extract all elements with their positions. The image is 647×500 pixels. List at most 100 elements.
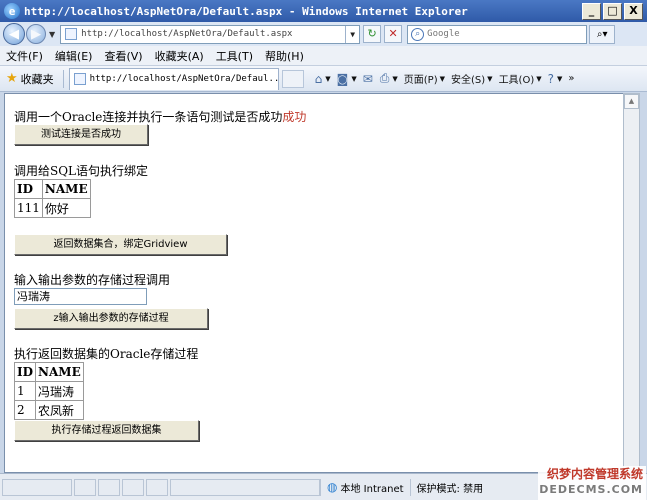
table-row: 1 冯瑞涛	[13, 381, 84, 401]
chevron-right-icon: »	[568, 73, 575, 84]
page-icon	[65, 28, 78, 40]
refresh-button[interactable]: ↻	[363, 25, 382, 43]
menu-tools[interactable]: 工具(T)	[210, 48, 259, 64]
menu-bar: 文件(F) 编辑(E) 查看(V) 收藏夹(A) 工具(T) 帮助(H)	[0, 46, 647, 66]
safety-menu-button[interactable]: 安全(S) ▼	[448, 71, 496, 87]
search-go-button[interactable]: ⌕▾	[589, 24, 616, 44]
grid-cell-id: 111	[14, 198, 43, 218]
page-icon	[73, 73, 86, 85]
new-tab-button[interactable]	[281, 69, 304, 88]
address-dropdown-icon[interactable]: ▼	[345, 25, 359, 43]
status-cell	[2, 478, 72, 496]
menu-favorites[interactable]: 收藏夹(A)	[149, 48, 210, 64]
safety-menu-label: 安全(S)	[451, 75, 486, 86]
grid-header-row: ID NAME	[14, 179, 91, 199]
connection-result-text: 成功	[282, 110, 307, 124]
minimize-button[interactable]: _	[582, 2, 601, 20]
grid-cell-id: 2	[13, 400, 37, 420]
vertical-scrollbar[interactable]: ▲	[623, 93, 640, 473]
sql-binding-heading: 调用给SQL语句执行绑定	[14, 164, 149, 178]
window-frame	[640, 93, 647, 473]
close-button[interactable]: X	[624, 2, 643, 20]
grid-header-name: NAME	[41, 179, 91, 199]
tab-title: http://localhost/AspNetOra/Defaul...	[89, 74, 278, 84]
printer-icon: ⎙	[379, 71, 390, 85]
status-cell	[98, 478, 120, 496]
forward-arrow-icon: ▶	[31, 26, 41, 42]
grid-header-row: ID NAME	[13, 362, 84, 382]
status-cell	[170, 478, 320, 496]
table-row: 111 你好	[14, 198, 91, 218]
more-tools-button[interactable]: »	[565, 73, 577, 84]
watermark-line2: DEDECMS.COM	[539, 483, 643, 496]
grid-header-name: NAME	[35, 362, 84, 382]
search-icon: ⌕	[411, 27, 425, 41]
mail-icon: ✉	[362, 71, 373, 86]
back-arrow-icon: ◀	[9, 26, 19, 42]
favorites-label: 收藏夹	[20, 72, 54, 86]
name-input[interactable]: 冯瑞涛	[14, 288, 147, 305]
test-connection-button[interactable]: 测试连接是否成功	[14, 124, 148, 145]
zone-label: 本地 Intranet	[340, 483, 404, 495]
connection-test-text: 调用一个Oracle连接并执行一条语句测试是否成功	[14, 110, 283, 124]
menu-help[interactable]: 帮助(H)	[259, 48, 310, 64]
protected-mode: 保护模式: 禁用	[409, 478, 490, 496]
window-title: http://localhost/AspNetOra/Default.aspx …	[24, 4, 468, 18]
grid-cell-id: 1	[13, 381, 37, 401]
search-field[interactable]: ⌕ Google	[407, 24, 588, 44]
ie-logo-icon: e	[4, 3, 20, 19]
stored-proc-dataset-heading: 执行返回数据集的Oracle存储过程	[14, 347, 199, 361]
grid-cell-name: 你好	[41, 198, 91, 218]
section-connection-test: 调用一个Oracle连接并执行一条语句测试是否成功成功	[14, 108, 306, 125]
feeds-button[interactable]: ◙ ▼	[334, 72, 360, 86]
print-button[interactable]: ⎙ ▼	[377, 71, 401, 86]
forward-button[interactable]: ▶	[26, 24, 46, 44]
tab-default-aspx[interactable]: http://localhost/AspNetOra/Defaul...	[68, 67, 279, 90]
home-icon: ⌂	[314, 71, 323, 86]
grid-cell-name: 冯瑞涛	[35, 381, 84, 401]
help-icon: ?	[547, 71, 555, 86]
page-content: 调用一个Oracle连接并执行一条语句测试是否成功成功 测试连接是否成功 调用给…	[4, 93, 623, 473]
favorites-button[interactable]: ★ 收藏夹	[0, 71, 60, 87]
stored-proc-params-heading: 输入输出参数的存储过程调用	[14, 273, 171, 287]
menu-file[interactable]: 文件(F)	[0, 48, 49, 64]
security-zone[interactable]: ◍ 本地 Intranet	[320, 478, 410, 496]
proc-result-grid: ID NAME 1 冯瑞涛 2 农凤新	[13, 362, 84, 420]
address-url[interactable]: http://localhost/AspNetOra/Default.aspx	[81, 29, 345, 39]
watermark-line1: 织梦内容管理系统	[546, 467, 643, 481]
table-row: 2 农凤新	[13, 400, 84, 420]
maximize-button[interactable]: □	[603, 2, 622, 20]
protected-mode-label: 保护模式: 禁用	[416, 483, 484, 495]
globe-icon: ◍	[327, 480, 338, 494]
status-cell	[146, 478, 168, 496]
help-menu-button[interactable]: ? ▼	[545, 72, 566, 86]
stop-button[interactable]: ✕	[384, 25, 403, 43]
tools-menu-button[interactable]: 工具(O) ▼	[496, 71, 545, 87]
home-button[interactable]: ⌂ ▼	[312, 72, 334, 86]
page-menu-button[interactable]: 页面(P) ▼	[401, 71, 448, 87]
address-toolbar: ◀ ▶ ▼ http://localhost/AspNetOra/Default…	[0, 22, 647, 46]
title-bar: e http://localhost/AspNetOra/Default.asp…	[0, 0, 647, 22]
sql-result-grid: ID NAME 111 你好	[14, 179, 91, 218]
mail-button[interactable]: ✉	[360, 72, 377, 86]
in-out-proc-button[interactable]: z输入输出参数的存储过程	[14, 308, 208, 329]
grid-header-id: ID	[13, 362, 37, 382]
separator	[62, 69, 64, 88]
address-field[interactable]: http://localhost/AspNetOra/Default.aspx …	[60, 24, 361, 44]
search-placeholder: Google	[427, 29, 460, 39]
favorites-bar: ★ 收藏夹 http://localhost/AspNetOra/Defaul.…	[0, 66, 647, 92]
menu-edit[interactable]: 编辑(E)	[49, 48, 99, 64]
tools-menu-label: 工具(O)	[498, 75, 535, 86]
status-cell	[122, 478, 144, 496]
history-dropdown-icon[interactable]: ▼	[49, 30, 55, 39]
menu-view[interactable]: 查看(V)	[98, 48, 148, 64]
scroll-up-icon[interactable]: ▲	[624, 94, 639, 109]
star-icon: ★	[6, 71, 18, 86]
grid-header-id: ID	[14, 179, 43, 199]
run-proc-dataset-button[interactable]: 执行存储过程返回数据集	[14, 420, 199, 441]
bind-gridview-button[interactable]: 返回数据集合，绑定Gridview	[14, 234, 227, 255]
status-cell	[74, 478, 96, 496]
grid-cell-name: 农凤新	[35, 400, 84, 420]
back-button[interactable]: ◀	[3, 23, 25, 45]
page-menu-label: 页面(P)	[403, 75, 438, 86]
